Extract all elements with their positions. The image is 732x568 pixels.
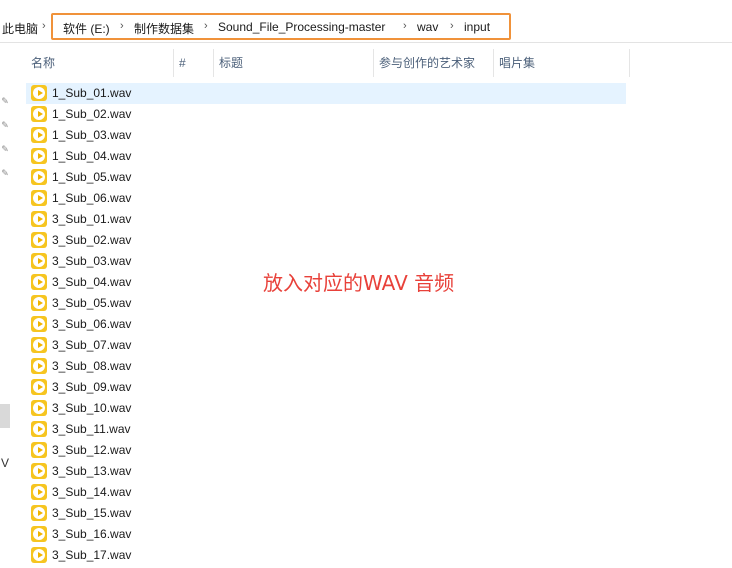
file-name: 3_Sub_10.wav xyxy=(52,401,132,415)
audio-file-icon xyxy=(31,232,47,248)
audio-file-icon xyxy=(31,421,47,437)
column-artists[interactable]: 参与创作的艺术家 xyxy=(374,49,494,77)
file-name: 1_Sub_01.wav xyxy=(52,86,132,100)
file-row[interactable]: 3_Sub_17.wav xyxy=(26,545,626,566)
audio-file-icon xyxy=(31,85,47,101)
file-row[interactable]: 3_Sub_02.wav xyxy=(26,230,626,251)
file-name: 3_Sub_14.wav xyxy=(52,485,132,499)
column-number[interactable]: # xyxy=(174,49,214,77)
file-row[interactable]: 3_Sub_12.wav xyxy=(26,440,626,461)
file-row[interactable]: 3_Sub_06.wav xyxy=(26,314,626,335)
audio-file-icon xyxy=(31,379,47,395)
breadcrumb-dataset[interactable]: 制作数据集 xyxy=(134,20,194,37)
file-row[interactable]: 3_Sub_05.wav xyxy=(26,293,626,314)
file-name: 3_Sub_03.wav xyxy=(52,254,132,268)
breadcrumb-wav[interactable]: wav xyxy=(417,20,438,34)
file-name: 3_Sub_01.wav xyxy=(52,212,132,226)
file-row[interactable]: 3_Sub_09.wav xyxy=(26,377,626,398)
audio-file-icon xyxy=(31,148,47,164)
audio-file-icon xyxy=(31,337,47,353)
breadcrumb-separator-icon[interactable]: › xyxy=(403,20,407,32)
column-header: 名称 # 标题 参与创作的艺术家 唱片集 xyxy=(26,49,630,77)
file-row[interactable]: 1_Sub_02.wav xyxy=(26,104,626,125)
annotation-text: 放入对应的WAV 音频 xyxy=(263,271,455,295)
navigation-partial-label: V xyxy=(1,456,10,470)
file-name: 3_Sub_07.wav xyxy=(52,338,132,352)
breadcrumb-separator-icon[interactable]: › xyxy=(42,20,46,32)
file-name: 3_Sub_05.wav xyxy=(52,296,132,310)
pin-icon[interactable]: ✎ xyxy=(0,120,10,130)
audio-file-icon xyxy=(31,400,47,416)
file-name: 1_Sub_06.wav xyxy=(52,191,132,205)
column-title[interactable]: 标题 xyxy=(214,49,374,77)
audio-file-icon xyxy=(31,106,47,122)
file-name: 3_Sub_16.wav xyxy=(52,527,132,541)
file-row[interactable]: 3_Sub_01.wav xyxy=(26,209,626,230)
navigation-pane: ✎ ✎ ✎ ✎ V xyxy=(0,43,12,568)
file-name: 3_Sub_09.wav xyxy=(52,380,132,394)
file-row[interactable]: 1_Sub_01.wav xyxy=(26,83,626,104)
audio-file-icon xyxy=(31,253,47,269)
column-album[interactable]: 唱片集 xyxy=(494,49,630,77)
audio-file-icon xyxy=(31,547,47,563)
file-name: 3_Sub_06.wav xyxy=(52,317,132,331)
breadcrumb-project[interactable]: Sound_File_Processing-master xyxy=(218,20,385,34)
audio-file-icon xyxy=(31,295,47,311)
audio-file-icon xyxy=(31,190,47,206)
file-row[interactable]: 1_Sub_06.wav xyxy=(26,188,626,209)
file-name: 3_Sub_11.wav xyxy=(52,422,131,436)
file-name: 3_Sub_08.wav xyxy=(52,359,132,373)
pin-icon[interactable]: ✎ xyxy=(0,96,10,106)
audio-file-icon xyxy=(31,316,47,332)
audio-file-icon xyxy=(31,169,47,185)
file-row[interactable]: 1_Sub_05.wav xyxy=(26,167,626,188)
file-name: 3_Sub_17.wav xyxy=(52,548,132,562)
file-name: 3_Sub_02.wav xyxy=(52,233,132,247)
file-name: 3_Sub_04.wav xyxy=(52,275,132,289)
file-name: 1_Sub_03.wav xyxy=(52,128,132,142)
file-row[interactable]: 3_Sub_10.wav xyxy=(26,398,626,419)
column-name[interactable]: 名称 xyxy=(26,49,174,77)
pin-icon[interactable]: ✎ xyxy=(0,168,10,178)
breadcrumb-separator-icon[interactable]: › xyxy=(120,20,124,32)
file-row[interactable]: 3_Sub_08.wav xyxy=(26,356,626,377)
scrollbar-track[interactable] xyxy=(726,43,732,568)
file-row[interactable]: 1_Sub_04.wav xyxy=(26,146,626,167)
file-name: 3_Sub_15.wav xyxy=(52,506,132,520)
breadcrumb-drive[interactable]: 软件 (E:) xyxy=(63,20,110,37)
file-name: 3_Sub_13.wav xyxy=(52,464,132,478)
address-bar[interactable]: 此电脑 › 软件 (E:) › 制作数据集 › Sound_File_Proce… xyxy=(0,12,732,43)
audio-file-icon xyxy=(31,526,47,542)
audio-file-icon xyxy=(31,442,47,458)
file-name: 3_Sub_12.wav xyxy=(52,443,132,457)
audio-file-icon xyxy=(31,211,47,227)
pin-icon[interactable]: ✎ xyxy=(0,144,10,154)
audio-file-icon xyxy=(31,358,47,374)
audio-file-icon xyxy=(31,274,47,290)
audio-file-icon xyxy=(31,463,47,479)
audio-file-icon xyxy=(31,127,47,143)
audio-file-icon xyxy=(31,505,47,521)
file-row[interactable]: 3_Sub_16.wav xyxy=(26,524,626,545)
breadcrumb-input[interactable]: input xyxy=(464,20,490,34)
breadcrumb-this-pc[interactable]: 此电脑 xyxy=(2,20,38,37)
file-row[interactable]: 3_Sub_11.wav xyxy=(26,419,626,440)
audio-file-icon xyxy=(31,484,47,500)
breadcrumb-separator-icon[interactable]: › xyxy=(204,20,208,32)
file-name: 1_Sub_05.wav xyxy=(52,170,132,184)
breadcrumb-separator-icon[interactable]: › xyxy=(450,20,454,32)
file-row[interactable]: 3_Sub_15.wav xyxy=(26,503,626,524)
file-row[interactable]: 1_Sub_03.wav xyxy=(26,125,626,146)
navigation-selected-item[interactable] xyxy=(0,404,10,428)
file-row[interactable]: 3_Sub_14.wav xyxy=(26,482,626,503)
file-row[interactable]: 3_Sub_07.wav xyxy=(26,335,626,356)
file-name: 1_Sub_04.wav xyxy=(52,149,132,163)
file-row[interactable]: 3_Sub_13.wav xyxy=(26,461,626,482)
file-name: 1_Sub_02.wav xyxy=(52,107,132,121)
